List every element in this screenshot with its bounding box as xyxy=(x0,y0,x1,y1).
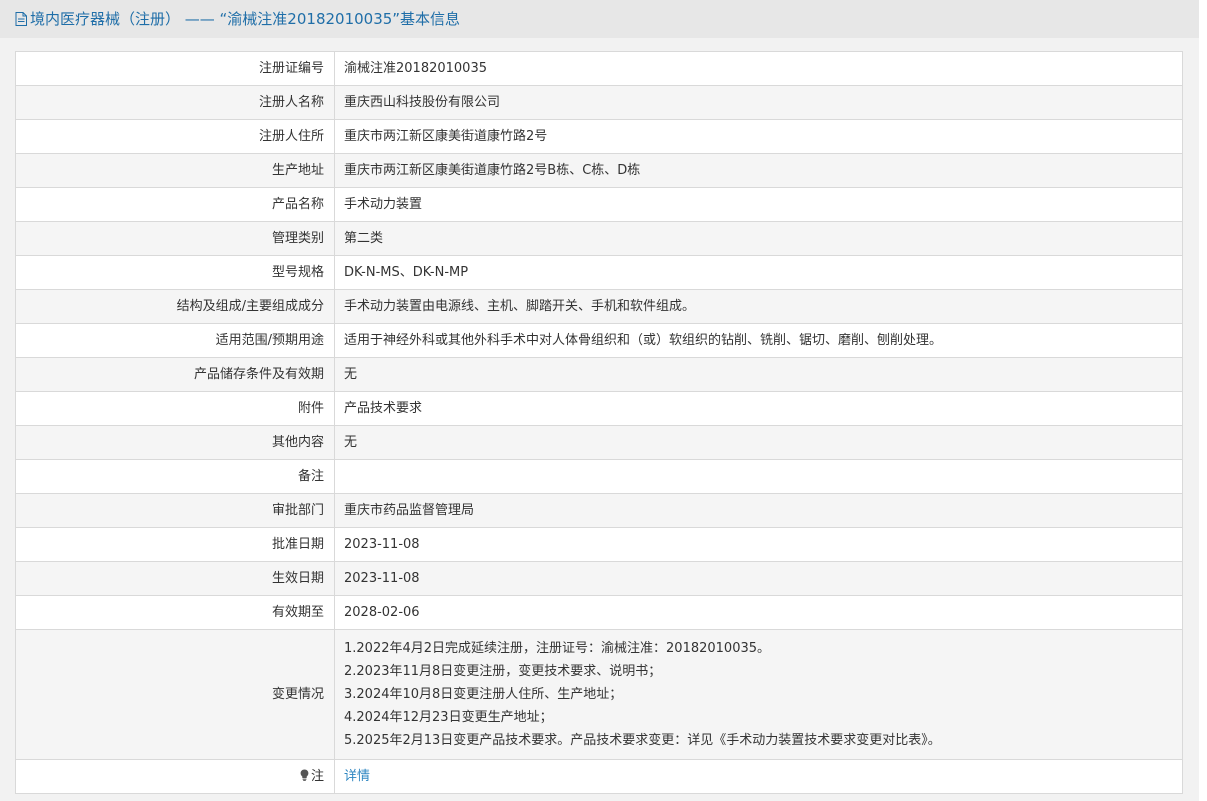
field-value: 无 xyxy=(334,425,1183,460)
field-label: 型号规格 xyxy=(15,255,335,290)
lightbulb-icon xyxy=(300,769,309,781)
field-label: 适用范围/预期用途 xyxy=(15,323,335,358)
row-storage: 产品储存条件及有效期 无 xyxy=(15,357,1183,392)
field-value: 手术动力装置 xyxy=(334,187,1183,222)
field-value: 手术动力装置由电源线、主机、脚踏开关、手机和软件组成。 xyxy=(334,289,1183,324)
field-value: 重庆市药品监督管理局 xyxy=(334,493,1183,528)
field-value: 无 xyxy=(334,357,1183,392)
row-scope: 适用范围/预期用途 适用于神经外科或其他外科手术中对人体骨组织和（或）软组织的钻… xyxy=(15,323,1183,358)
field-value: 产品技术要求 xyxy=(334,391,1183,426)
row-expiry-date: 有效期至 2028-02-06 xyxy=(15,595,1183,630)
field-value: 2028-02-06 xyxy=(334,595,1183,630)
row-remarks: 备注 xyxy=(15,459,1183,494)
change-item: 4.2024年12月23日变更生产地址； xyxy=(344,710,553,725)
details-link[interactable]: 详情 xyxy=(344,769,370,784)
change-item: 2.2023年11月8日变更注册，变更技术要求、说明书； xyxy=(344,664,662,679)
field-value: DK-N-MS、DK-N-MP xyxy=(334,255,1183,290)
field-label: 附件 xyxy=(15,391,335,426)
field-label: 批准日期 xyxy=(15,527,335,562)
field-label: 生产地址 xyxy=(15,153,335,188)
field-label: 生效日期 xyxy=(15,561,335,596)
field-label: 其他内容 xyxy=(15,425,335,460)
row-approval-date: 批准日期 2023-11-08 xyxy=(15,527,1183,562)
field-label: 注册证编号 xyxy=(15,51,335,86)
change-item: 3.2024年10月8日变更注册人住所、生产地址； xyxy=(344,687,623,702)
changes-list: 1.2022年4月2日完成延续注册，注册证号：渝械注准：20182010035。… xyxy=(334,629,1183,760)
row-registrant-name: 注册人名称 重庆西山科技股份有限公司 xyxy=(15,85,1183,120)
row-reg-no: 注册证编号 渝械注准20182010035 xyxy=(15,51,1183,86)
field-label: 注册人名称 xyxy=(15,85,335,120)
field-label: 注册人住所 xyxy=(15,119,335,154)
field-value: 2023-11-08 xyxy=(334,561,1183,596)
change-item: 1.2022年4月2日完成延续注册，注册证号：渝械注准：20182010035。 xyxy=(344,641,771,656)
row-registrant-address: 注册人住所 重庆市两江新区康美街道康竹路2号 xyxy=(15,119,1183,154)
field-label: 变更情况 xyxy=(15,629,335,760)
field-label: 有效期至 xyxy=(15,595,335,630)
row-structure: 结构及组成/主要组成成分 手术动力装置由电源线、主机、脚踏开关、手机和软件组成。 xyxy=(15,289,1183,324)
field-value: 第二类 xyxy=(334,221,1183,256)
field-value: 2023-11-08 xyxy=(334,527,1183,562)
field-label: 审批部门 xyxy=(15,493,335,528)
field-value: 适用于神经外科或其他外科手术中对人体骨组织和（或）软组织的钻削、铣削、锯切、磨削… xyxy=(334,323,1183,358)
change-item: 5.2025年2月13日变更产品技术要求。产品技术要求变更：详见《手术动力装置技… xyxy=(344,733,941,748)
page-title-text: 境内医疗器械（注册） —— “渝械注准20182010035”基本信息 xyxy=(30,10,461,28)
field-value xyxy=(334,459,1183,494)
field-value: 重庆市两江新区康美街道康竹路2号 xyxy=(334,119,1183,154)
field-label: 管理类别 xyxy=(15,221,335,256)
row-other: 其他内容 无 xyxy=(15,425,1183,460)
row-product-name: 产品名称 手术动力装置 xyxy=(15,187,1183,222)
field-label: 产品名称 xyxy=(15,187,335,222)
row-attachment: 附件 产品技术要求 xyxy=(15,391,1183,426)
row-model-spec: 型号规格 DK-N-MS、DK-N-MP xyxy=(15,255,1183,290)
document-icon xyxy=(15,12,27,26)
field-value: 渝械注准20182010035 xyxy=(334,51,1183,86)
page-title: 境内医疗器械（注册） —— “渝械注准20182010035”基本信息 xyxy=(15,9,460,29)
row-category: 管理类别 第二类 xyxy=(15,221,1183,256)
note-value-cell: 详情 xyxy=(334,759,1183,794)
field-label: 结构及组成/主要组成成分 xyxy=(15,289,335,324)
title-bar: 境内医疗器械（注册） —— “渝械注准20182010035”基本信息 xyxy=(0,0,1199,38)
row-note: 注 详情 xyxy=(15,759,1183,794)
info-table: 注册证编号 渝械注准20182010035 注册人名称 重庆西山科技股份有限公司… xyxy=(15,51,1183,794)
field-value: 重庆西山科技股份有限公司 xyxy=(334,85,1183,120)
note-label-cell: 注 xyxy=(15,759,335,794)
field-label: 产品储存条件及有效期 xyxy=(15,357,335,392)
row-production-address: 生产地址 重庆市两江新区康美街道康竹路2号B栋、C栋、D栋 xyxy=(15,153,1183,188)
info-panel: 注册证编号 渝械注准20182010035 注册人名称 重庆西山科技股份有限公司… xyxy=(0,38,1199,801)
note-label: 注 xyxy=(310,768,324,784)
row-effective-date: 生效日期 2023-11-08 xyxy=(15,561,1183,596)
field-value: 重庆市两江新区康美街道康竹路2号B栋、C栋、D栋 xyxy=(334,153,1183,188)
row-approval-dept: 审批部门 重庆市药品监督管理局 xyxy=(15,493,1183,528)
row-changes: 变更情况 1.2022年4月2日完成延续注册，注册证号：渝械注准：2018201… xyxy=(15,629,1183,760)
field-label: 备注 xyxy=(15,459,335,494)
